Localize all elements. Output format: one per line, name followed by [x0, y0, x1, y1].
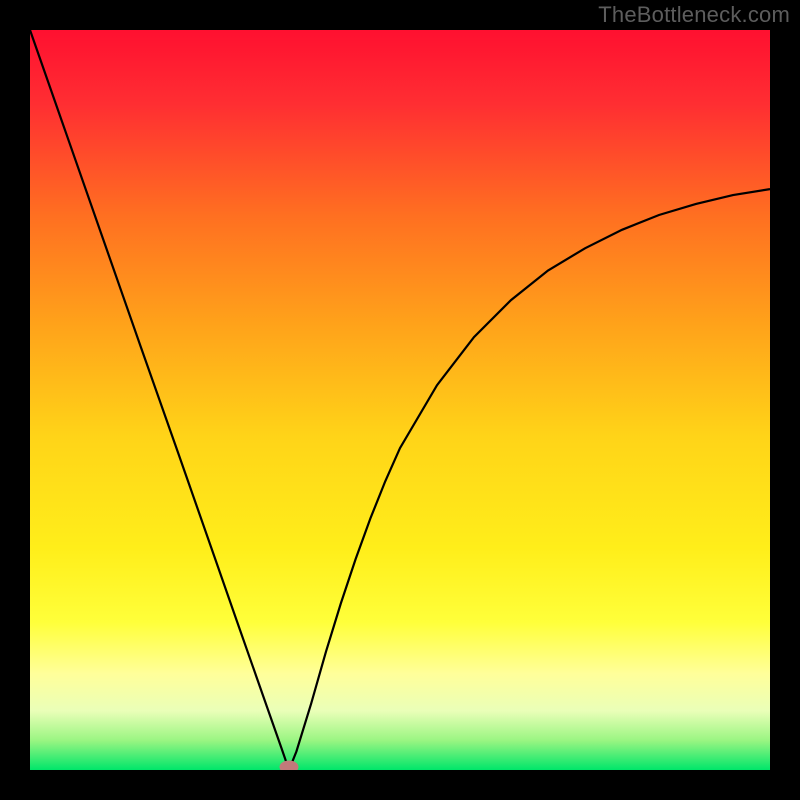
plot-area — [30, 30, 770, 770]
bottleneck-chart-svg — [30, 30, 770, 770]
gradient-background — [30, 30, 770, 770]
chart-frame: TheBottleneck.com — [0, 0, 800, 800]
watermark-text: TheBottleneck.com — [598, 2, 790, 28]
optimum-marker — [280, 761, 298, 770]
